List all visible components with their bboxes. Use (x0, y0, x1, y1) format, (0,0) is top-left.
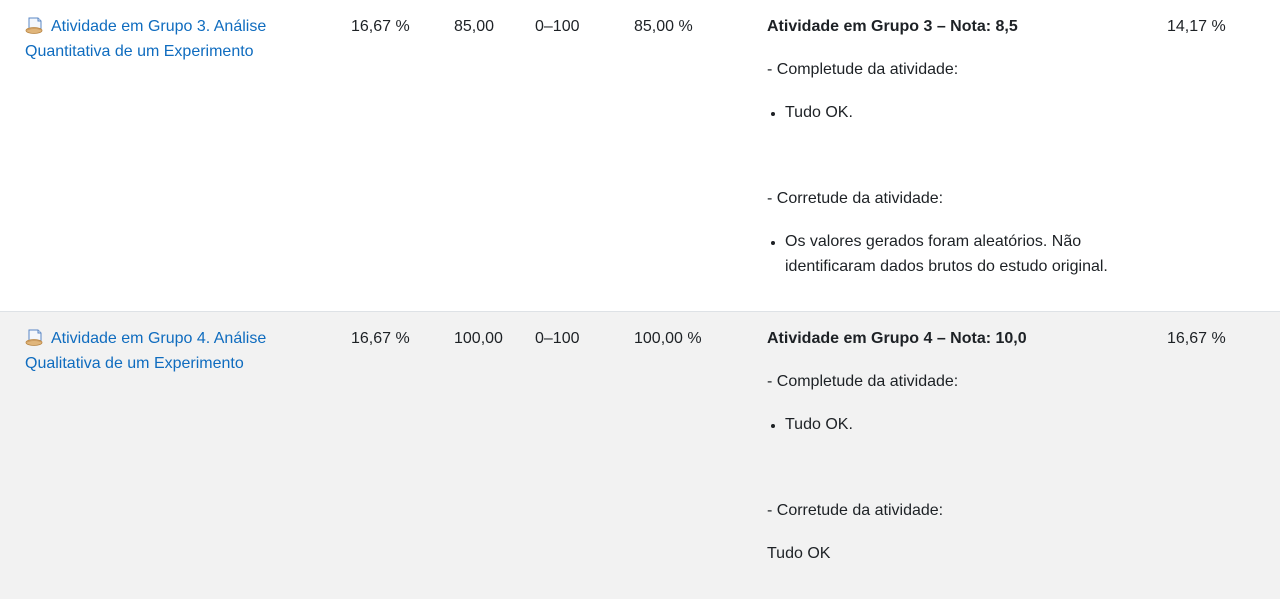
completeness-label: - Completude da atividade: (767, 61, 959, 78)
correctness-list: Os valores gerados foram aleatórios. Não… (767, 229, 1157, 279)
correctness-text: Tudo OK (767, 545, 831, 562)
list-item: Tudo OK. (785, 412, 1157, 437)
range-value: 0–100 (535, 18, 580, 35)
grade-value: 85,00 (454, 18, 495, 35)
feedback-cell: Atividade em Grupo 4 – Nota: 10,0 - Comp… (767, 326, 1157, 584)
correctness-label: - Corretude da atividade: (767, 502, 944, 519)
weight-value: 16,67 % (351, 18, 410, 35)
completeness-list: Tudo OK. (767, 412, 1157, 437)
list-item: Os valores gerados foram aleatórios. Não… (785, 229, 1157, 279)
table-row: Atividade em Grupo 3. Análise Quantitati… (0, 0, 1280, 311)
assignment-icon (25, 17, 43, 34)
completeness-list: Tudo OK. (767, 100, 1157, 125)
grade-value: 100,00 (454, 330, 503, 347)
grade-item-name: Atividade em Grupo 4. Análise Qualitativ… (25, 330, 267, 372)
grade-item-name: Atividade em Grupo 3. Análise Quantitati… (25, 18, 267, 60)
weight-value: 16,67 % (351, 330, 410, 347)
percentage-value: 85,00 % (634, 18, 693, 35)
grade-item-link[interactable]: Atividade em Grupo 4. Análise Qualitativ… (25, 329, 267, 372)
feedback-spacer (767, 455, 1157, 498)
contribution-value: 14,17 % (1167, 18, 1226, 35)
grade-item-link[interactable]: Atividade em Grupo 3. Análise Quantitati… (25, 17, 267, 60)
range-value: 0–100 (535, 330, 580, 347)
feedback-cell: Atividade em Grupo 3 – Nota: 8,5 - Compl… (767, 14, 1157, 297)
percentage-value: 100,00 % (634, 330, 702, 347)
table-row: Atividade em Grupo 4. Análise Qualitativ… (0, 311, 1280, 599)
assignment-icon (25, 329, 43, 346)
contribution-value: 16,67 % (1167, 330, 1226, 347)
list-item: Tudo OK. (785, 100, 1157, 125)
feedback-title: Atividade em Grupo 4 – Nota: 10,0 (767, 330, 1027, 347)
completeness-label: - Completude da atividade: (767, 373, 959, 390)
grade-table: Atividade em Grupo 3. Análise Quantitati… (0, 0, 1280, 599)
feedback-spacer (767, 143, 1157, 186)
grade-item-cell: Atividade em Grupo 3. Análise Quantitati… (25, 14, 325, 64)
grade-item-cell: Atividade em Grupo 4. Análise Qualitativ… (25, 326, 325, 376)
feedback-title: Atividade em Grupo 3 – Nota: 8,5 (767, 18, 1018, 35)
correctness-label: - Corretude da atividade: (767, 190, 944, 207)
